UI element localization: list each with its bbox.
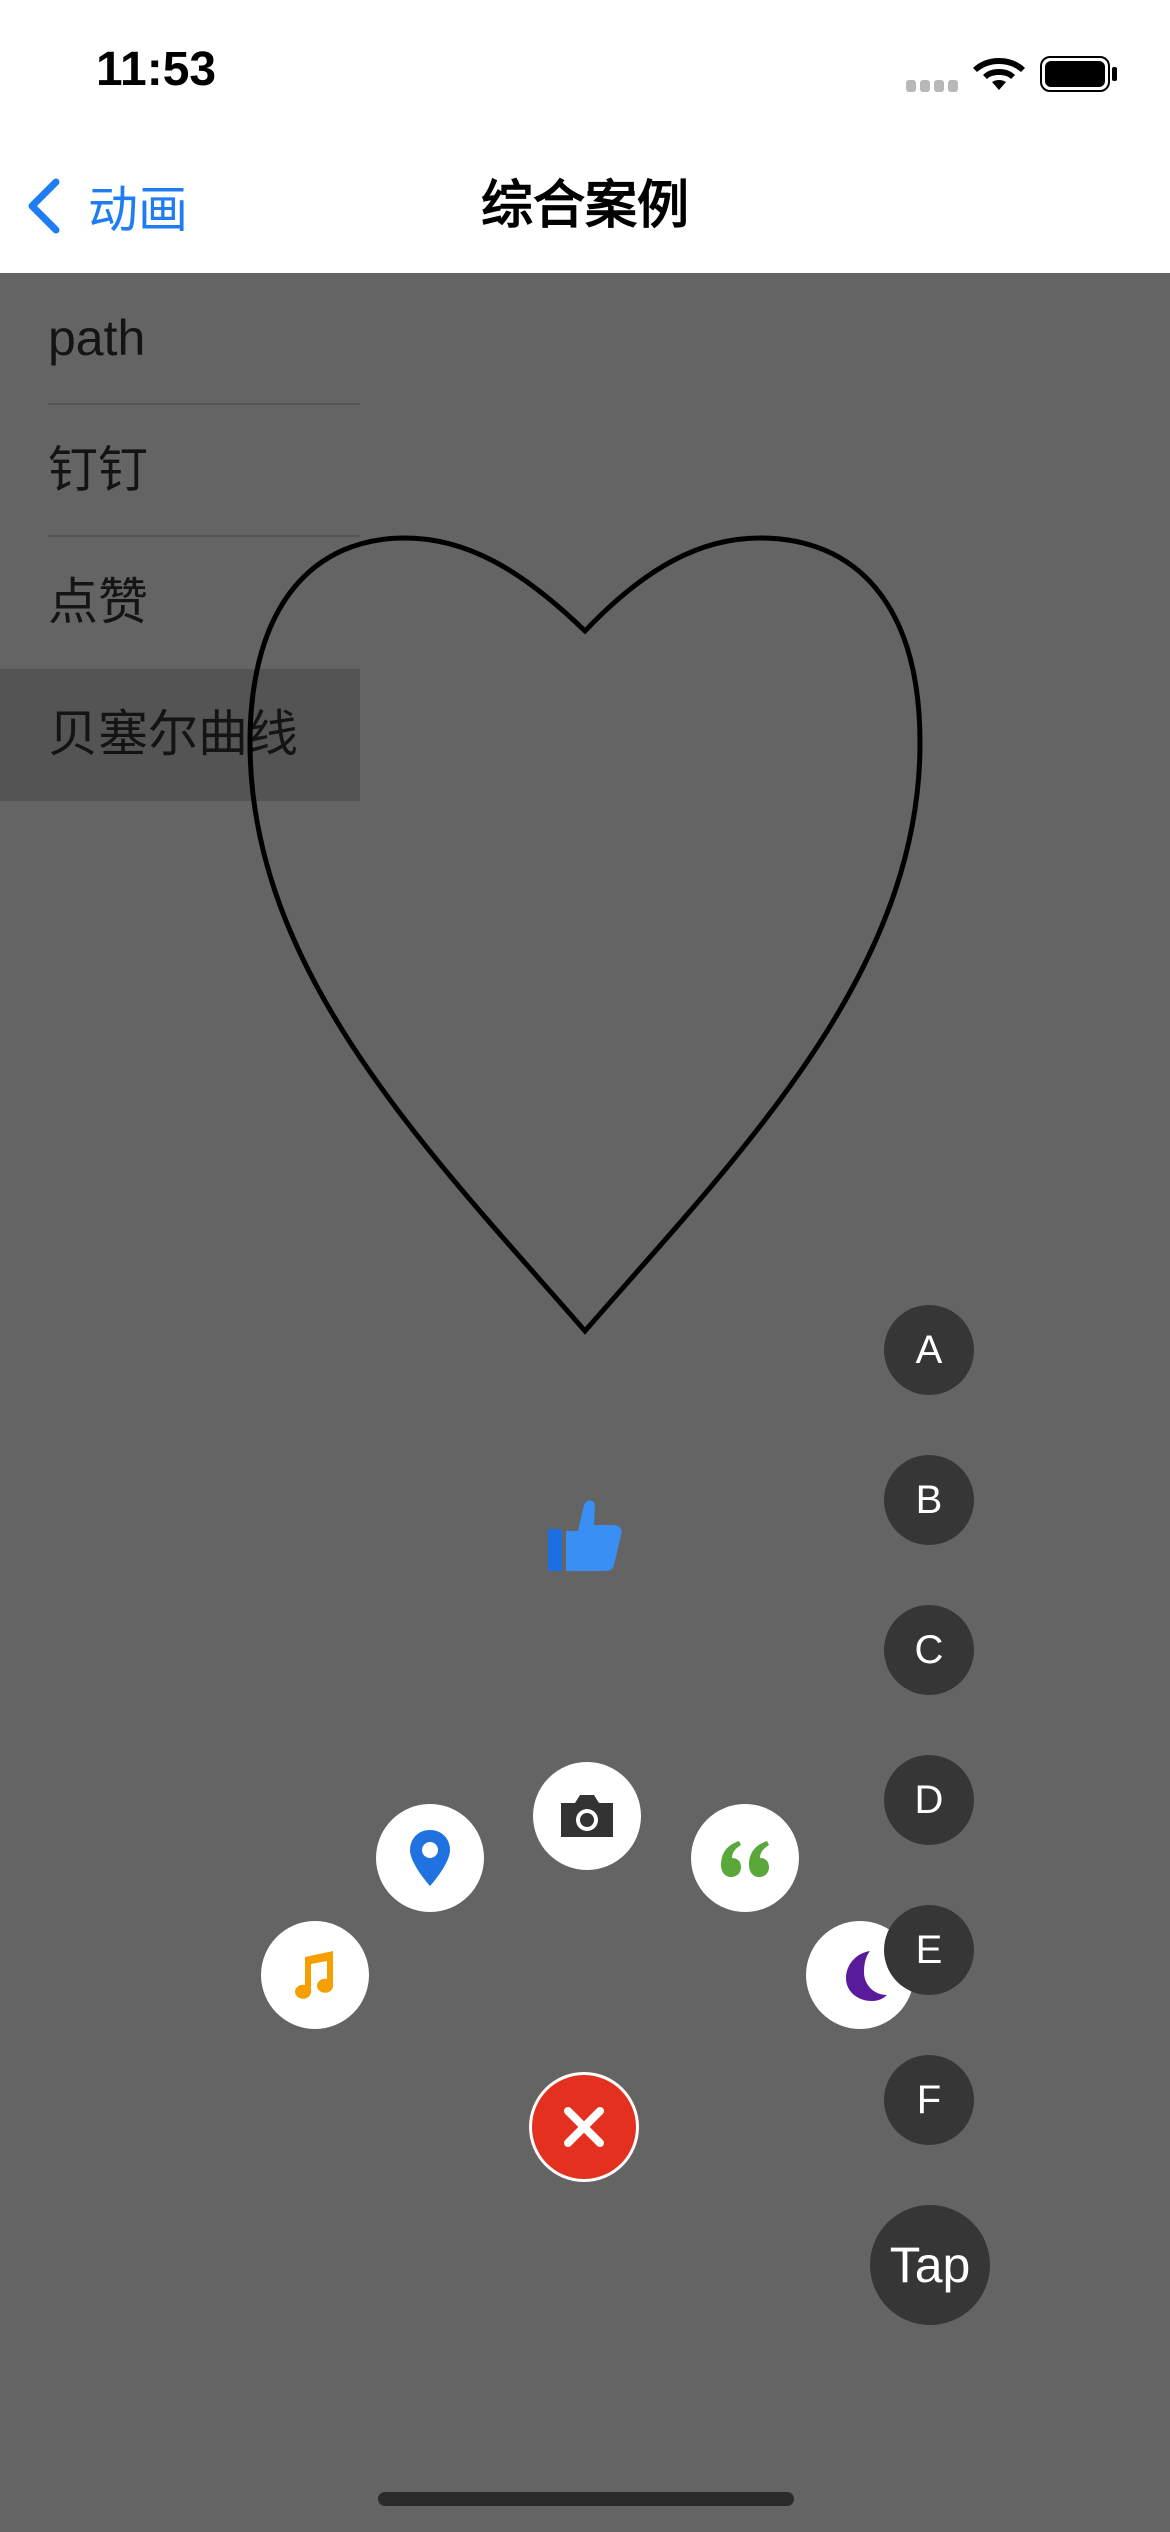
back-button[interactable]: 动画 — [24, 170, 188, 242]
wifi-icon — [973, 58, 1025, 90]
battery-icon — [1040, 56, 1117, 92]
status-time: 11:53 — [96, 43, 217, 96]
location-pin-icon — [410, 1830, 450, 1886]
content-area: path 钉钉 点赞 贝塞尔曲线 A B C D E F Tap — [0, 273, 1170, 2532]
letter-button-e[interactable]: E — [884, 1905, 974, 1995]
close-menu-button[interactable] — [529, 2072, 639, 2182]
letter-button-b[interactable]: B — [884, 1455, 974, 1545]
letter-button-d[interactable]: D — [884, 1755, 974, 1845]
letter-button-a[interactable]: A — [884, 1305, 974, 1395]
bezier-heart-shape — [247, 535, 923, 1335]
status-bar: 11:53 — [0, 0, 1170, 140]
music-note-icon — [295, 1951, 334, 1999]
cellular-signal-icon — [906, 80, 960, 92]
thumbs-up-icon[interactable] — [544, 1495, 624, 1575]
quote-button[interactable] — [691, 1804, 799, 1912]
camera-icon — [561, 1795, 613, 1837]
camera-button[interactable] — [533, 1762, 641, 1870]
navigation-bar: 综合案例 动画 — [0, 140, 1170, 273]
home-indicator — [378, 2492, 794, 2506]
close-icon — [564, 2107, 604, 2147]
tap-button[interactable]: Tap — [870, 2205, 990, 2325]
letter-button-c[interactable]: C — [884, 1605, 974, 1695]
letter-button-f[interactable]: F — [884, 2055, 974, 2145]
quote-icon — [721, 1841, 769, 1877]
chevron-left-icon — [28, 178, 60, 234]
music-button[interactable] — [261, 1921, 369, 2029]
moon-icon — [846, 1951, 887, 2001]
back-button-label: 动画 — [88, 182, 188, 238]
location-button[interactable] — [376, 1804, 484, 1912]
